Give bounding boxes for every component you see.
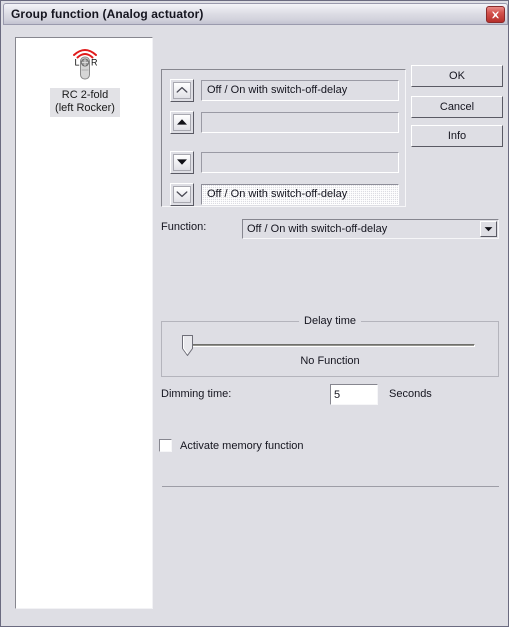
activate-memory-function-row[interactable]: Activate memory function [159, 439, 304, 452]
delay-time-slider-thumb[interactable] [182, 335, 193, 356]
remote-control-icon: L R [73, 49, 98, 80]
chevron-down-icon[interactable] [480, 221, 497, 237]
function-list-row: Off / On with switch-off-delay [170, 78, 399, 102]
device-item-rc-2-fold[interactable]: L R RC 2-fold (left Rocker) [16, 44, 152, 117]
section-divider [162, 486, 499, 487]
activate-memory-function-label: Activate memory function [180, 439, 304, 452]
function-select[interactable]: Off / On with switch-off-delay [242, 219, 499, 239]
function-select-value: Off / On with switch-off-delay [247, 223, 388, 235]
function-label: Function: [161, 221, 207, 233]
rocker-up-button-2[interactable] [170, 110, 194, 134]
chevron-down-icon [173, 185, 191, 203]
ok-button[interactable]: OK [411, 65, 503, 87]
chevron-down-icon [173, 153, 191, 171]
delay-time-group: Delay time No Function [161, 315, 499, 377]
function-list-field-3[interactable] [201, 151, 399, 173]
window-title: Group function (Analog actuator) [11, 7, 204, 21]
chevron-up-icon [173, 81, 191, 99]
rocker-up-button-1[interactable] [170, 78, 194, 102]
dimming-time-input[interactable] [330, 384, 378, 405]
rocker-down-button-2[interactable] [170, 182, 194, 206]
device-panel: L R RC 2-fold (left Rocker) [15, 37, 153, 609]
function-list-field-1[interactable]: Off / On with switch-off-delay [201, 79, 399, 101]
delay-time-status: No Function [300, 355, 360, 367]
cancel-button[interactable]: Cancel [411, 96, 503, 118]
info-button[interactable]: Info [411, 125, 503, 147]
svg-text:R: R [91, 58, 98, 68]
rocker-down-button-1[interactable] [170, 150, 194, 174]
function-list-row [170, 150, 399, 174]
function-list-row: Off / On with switch-off-delay [170, 182, 399, 206]
function-list-box: Off / On with switch-off-delay Off / On … [161, 69, 406, 207]
close-button[interactable] [486, 6, 505, 23]
dialog-window: Group function (Analog actuator) L R RC … [0, 0, 509, 627]
delay-time-slider-track[interactable] [187, 344, 475, 347]
function-list-field-4[interactable]: Off / On with switch-off-delay [201, 183, 399, 205]
activate-memory-function-checkbox[interactable] [159, 439, 172, 452]
function-list-row [170, 110, 399, 134]
close-icon [492, 11, 499, 18]
device-item-label: RC 2-fold (left Rocker) [50, 88, 120, 117]
svg-text:L: L [75, 58, 80, 68]
dimming-time-unit: Seconds [389, 388, 432, 400]
client-area: L R RC 2-fold (left Rocker) Off / On wit… [3, 25, 508, 626]
title-bar: Group function (Analog actuator) [3, 3, 508, 25]
dimming-time-label: Dimming time: [161, 388, 232, 400]
chevron-up-icon [173, 113, 191, 131]
delay-time-title: Delay time [299, 315, 361, 327]
function-list-field-2[interactable] [201, 111, 399, 133]
